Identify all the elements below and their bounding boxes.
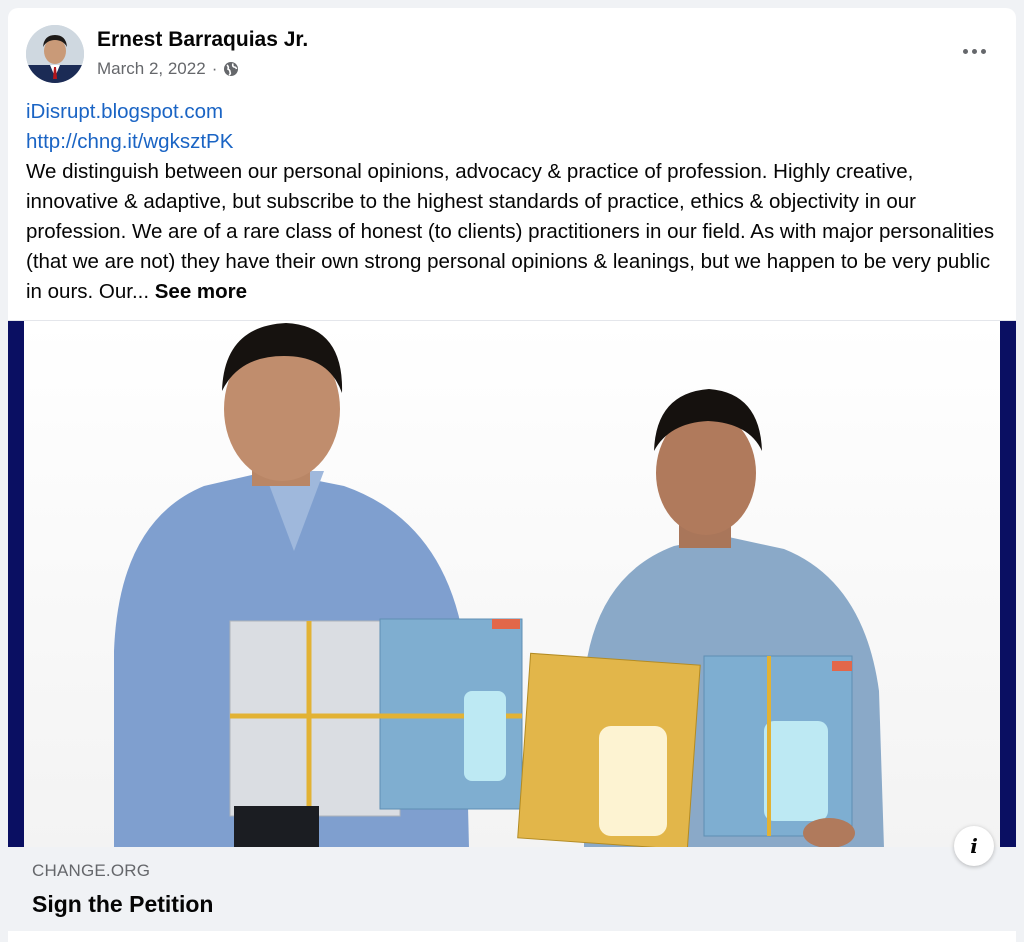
more-options-icon[interactable] (954, 38, 994, 64)
card-bottom-divider (8, 931, 1016, 942)
blog-link[interactable]: iDisrupt.blogspot.com (26, 97, 1006, 127)
post-text: iDisrupt.blogspot.com http://chng.it/wgk… (26, 97, 1006, 307)
post-meta: March 2, 2022 · (97, 59, 239, 79)
see-more-button[interactable]: See more (155, 280, 247, 303)
author-avatar[interactable] (26, 25, 84, 83)
meta-separator: · (211, 59, 218, 78)
post-date[interactable]: March 2, 2022 (97, 59, 206, 79)
petition-photo[interactable] (24, 321, 1000, 848)
more-dot-2 (971, 48, 977, 54)
link-domain: CHANGE.ORG (32, 861, 151, 880)
more-dot-3 (980, 48, 986, 54)
petition-link[interactable]: http://chng.it/wgksztPK (26, 127, 1006, 157)
image-left-edge (8, 321, 24, 848)
more-dot-1 (962, 48, 968, 54)
post-card: Ernest Barraquias Jr. March 2, 2022 · iD… (8, 8, 1016, 942)
link-preview-image[interactable] (8, 320, 1016, 848)
link-title[interactable]: Sign the Petition (32, 891, 213, 918)
globe-icon[interactable] (223, 61, 239, 77)
image-right-edge (1000, 321, 1016, 848)
info-icon[interactable]: i (954, 826, 994, 866)
author-name[interactable]: Ernest Barraquias Jr. (97, 28, 308, 52)
link-preview-footer[interactable]: CHANGE.ORG Sign the Petition (8, 847, 1016, 942)
